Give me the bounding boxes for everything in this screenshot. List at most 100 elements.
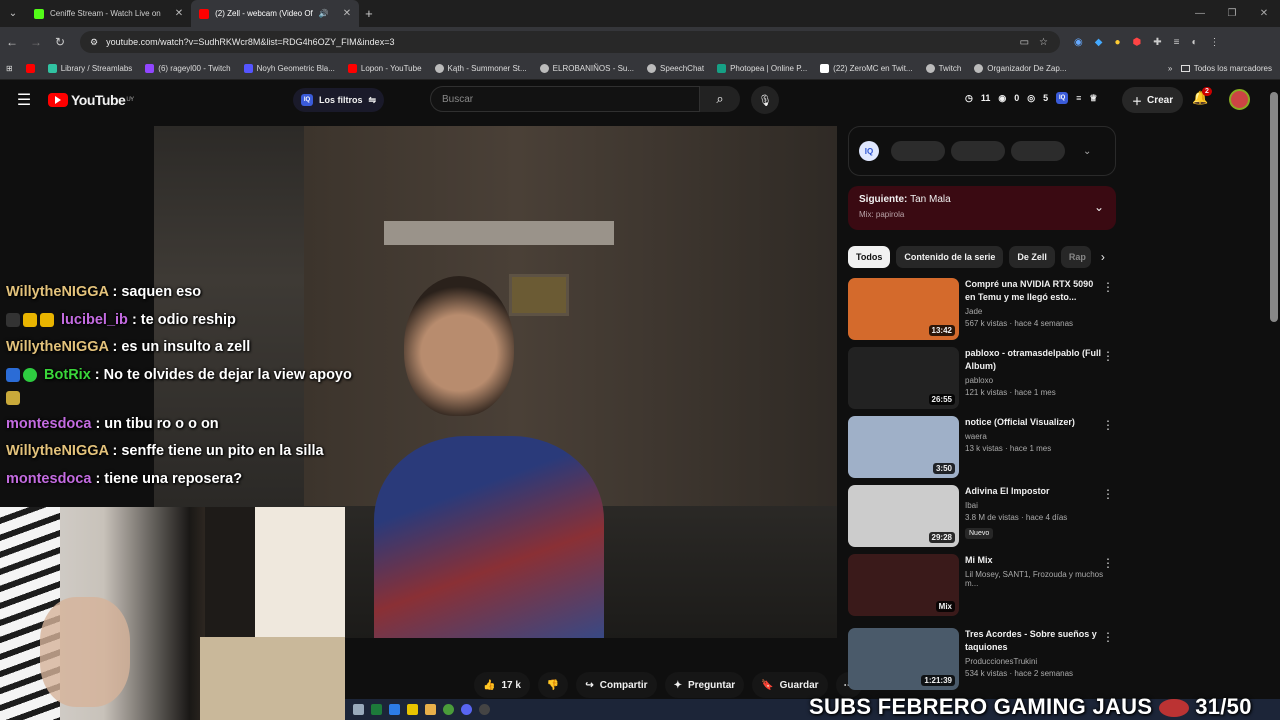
channel-name[interactable]: Lil Mosey, SANT1, Frozouda y muchos m...: [965, 570, 1105, 588]
recommended-video[interactable]: Mix Mi Mix Lil Mosey, SANT1, Frozouda y mu…: [848, 554, 1116, 622]
iq-chip[interactable]: [951, 141, 1005, 161]
chip-serie[interactable]: Contenido de la serie: [896, 246, 1004, 268]
recommended-video[interactable]: 26:55 pabloxo - otramasdelpablo (Full Alb…: [848, 347, 1116, 410]
close-tab-icon[interactable]: ✕: [175, 8, 183, 19]
iq-extension-icon[interactable]: IQ: [1056, 92, 1069, 104]
dislike-button[interactable]: 👎: [537, 672, 569, 698]
like-button[interactable]: 👍 17 k: [474, 672, 530, 698]
iq-chip[interactable]: [1011, 141, 1065, 161]
video-title[interactable]: Mi Mix: [965, 554, 1105, 567]
bookmark-item[interactable]: (22) ZeroMC en Twit...: [820, 63, 913, 73]
extension-stats[interactable]: ◷ 11 ◉ 0 ◎ 5 IQ ≡ ♕: [965, 92, 1097, 104]
chevron-down-icon[interactable]: ⌄: [1094, 200, 1104, 214]
taskbar-app-icon[interactable]: [407, 704, 418, 715]
chip-de-zell[interactable]: De Zell: [1009, 246, 1055, 268]
forward-icon[interactable]: →: [24, 35, 48, 49]
video-title[interactable]: Compré una NVIDIA RTX 5090 en Temu y me …: [965, 278, 1105, 304]
close-window-icon[interactable]: ✕: [1248, 0, 1280, 27]
profile-icon[interactable]: ◐: [1191, 37, 1197, 48]
all-bookmarks-folder[interactable]: » Todos los marcadores: [1168, 64, 1272, 73]
video-thumbnail[interactable]: Mix: [848, 554, 959, 616]
extension-icon[interactable]: ◆: [1095, 37, 1103, 48]
adblock-icon[interactable]: ⬢: [1132, 37, 1141, 48]
chip-rap[interactable]: Rap: [1060, 246, 1091, 268]
more-icon[interactable]: ⋮: [1102, 556, 1114, 570]
bookmark-item[interactable]: Library / Streamlabs: [47, 63, 132, 73]
url-input[interactable]: ⚙ youtube.com/watch?v=SudhRKWcr8M&list=R…: [80, 31, 1060, 53]
discord-icon[interactable]: [461, 704, 472, 715]
bookmark-item[interactable]: Photopea | Online P...: [717, 63, 807, 73]
obs-icon[interactable]: [479, 704, 490, 715]
recommended-video[interactable]: 1:21:39 Tres Acordes - Sobre sueños y taq…: [848, 628, 1116, 691]
bookmark-item[interactable]: (6) rageyl00 - Twitch: [145, 63, 231, 73]
more-icon[interactable]: ⋮: [1102, 487, 1114, 501]
notifications-icon[interactable]: 🔔 2: [1192, 87, 1212, 106]
more-icon[interactable]: ⋮: [1102, 630, 1114, 644]
trophy-icon[interactable]: ♕: [1089, 93, 1097, 104]
tab-youtube[interactable]: (2) Zell - webcam (Video Of 🔊 ✕: [191, 0, 360, 27]
channel-name[interactable]: ProduccionesTrukini: [965, 657, 1105, 666]
search-icon[interactable]: ⌕: [700, 86, 740, 112]
taskbar-app-icon[interactable]: [389, 704, 400, 715]
video-title[interactable]: pabloxo - otramasdelpablo (Full Album): [965, 347, 1105, 373]
microphone-icon[interactable]: 🎙: [751, 86, 779, 114]
taskbar-app-icon[interactable]: [353, 704, 364, 715]
ask-button[interactable]: ✦ Preguntar: [664, 672, 745, 698]
channel-name[interactable]: Jade: [965, 307, 1105, 316]
chevron-right-icon[interactable]: ›: [1101, 250, 1105, 264]
video-thumbnail[interactable]: 3:50: [848, 416, 959, 478]
search-input[interactable]: Buscar: [430, 86, 700, 112]
filters-button[interactable]: IQ Los filtros ⇋: [293, 88, 385, 112]
more-icon[interactable]: ⋮: [1102, 280, 1114, 294]
apps-icon[interactable]: ⊞: [6, 64, 13, 73]
bookmark-item[interactable]: Noyh Geometric Bla...: [243, 63, 335, 73]
extension-icon[interactable]: ●: [1114, 37, 1120, 48]
up-next-panel[interactable]: Siguiente: Tan Mala Mix: papirola ⌄: [848, 186, 1116, 230]
back-icon[interactable]: ←: [0, 35, 24, 49]
tab-search-icon[interactable]: ⌄: [0, 0, 26, 27]
bookmark-item[interactable]: Organizador De Zap...: [974, 63, 1066, 73]
list-icon[interactable]: ≡: [1076, 93, 1081, 103]
iq-chip[interactable]: [891, 141, 945, 161]
chip-todos[interactable]: Todos: [848, 246, 891, 268]
video-title[interactable]: Adivina El Impostor: [965, 485, 1105, 498]
video-thumbnail[interactable]: 13:42: [848, 278, 959, 340]
channel-name[interactable]: waera: [965, 432, 1105, 441]
minimize-icon[interactable]: —: [1184, 0, 1216, 27]
youtube-logo[interactable]: YouTube UY: [48, 92, 134, 108]
avatar[interactable]: [1229, 89, 1250, 110]
tab-kick[interactable]: Ceniffe Stream - Watch Live on ✕: [26, 0, 191, 27]
video-thumbnail[interactable]: 26:55: [848, 347, 959, 409]
reload-icon[interactable]: ↻: [48, 35, 72, 49]
restore-icon[interactable]: ❐: [1216, 0, 1248, 27]
reading-list-icon[interactable]: ≡: [1174, 37, 1180, 48]
menu-icon[interactable]: ⋮: [1210, 37, 1220, 48]
recommended-video[interactable]: 3:50 notice (Official Visualizer) waera 13 …: [848, 416, 1116, 479]
video-title[interactable]: Tres Acordes - Sobre sueños y taquiones: [965, 628, 1105, 654]
hamburger-menu-icon[interactable]: ☰: [0, 90, 48, 110]
chrome-icon[interactable]: [443, 704, 454, 715]
bookmark-item[interactable]: Lopon - YouTube: [347, 63, 422, 73]
share-button[interactable]: ↪ Compartir: [576, 672, 657, 698]
recommended-video[interactable]: 29:28 Adivina El Impostor Ibai 3.8 M de vis…: [848, 485, 1116, 548]
video-thumbnail[interactable]: 1:21:39: [848, 628, 959, 690]
create-button[interactable]: ＋ Crear: [1122, 87, 1184, 113]
video-thumbnail[interactable]: 29:28: [848, 485, 959, 547]
new-tab-button[interactable]: +: [365, 0, 373, 27]
close-tab-icon[interactable]: ✕: [343, 8, 351, 19]
site-info-icon[interactable]: ⚙: [90, 37, 98, 48]
video-title[interactable]: notice (Official Visualizer): [965, 416, 1105, 429]
bookmark-item[interactable]: [25, 63, 35, 73]
speaker-icon[interactable]: 🔊: [319, 9, 329, 18]
chevron-down-icon[interactable]: ⌄: [1083, 146, 1091, 157]
bookmark-item[interactable]: ELROBANIÑOS - Su...: [539, 63, 634, 73]
bookmark-star-icon[interactable]: ☆: [1039, 37, 1048, 48]
taskbar-app-icon[interactable]: [371, 704, 382, 715]
folder-icon[interactable]: [425, 704, 436, 715]
bookmark-item[interactable]: Twitch: [925, 63, 961, 73]
channel-name[interactable]: Ibai: [965, 501, 1105, 510]
more-icon[interactable]: ⋮: [1102, 349, 1114, 363]
extension-icon[interactable]: ◉: [1074, 37, 1083, 48]
bookmark-item[interactable]: SpeechChat: [647, 63, 704, 73]
scrollbar[interactable]: [1270, 92, 1278, 322]
